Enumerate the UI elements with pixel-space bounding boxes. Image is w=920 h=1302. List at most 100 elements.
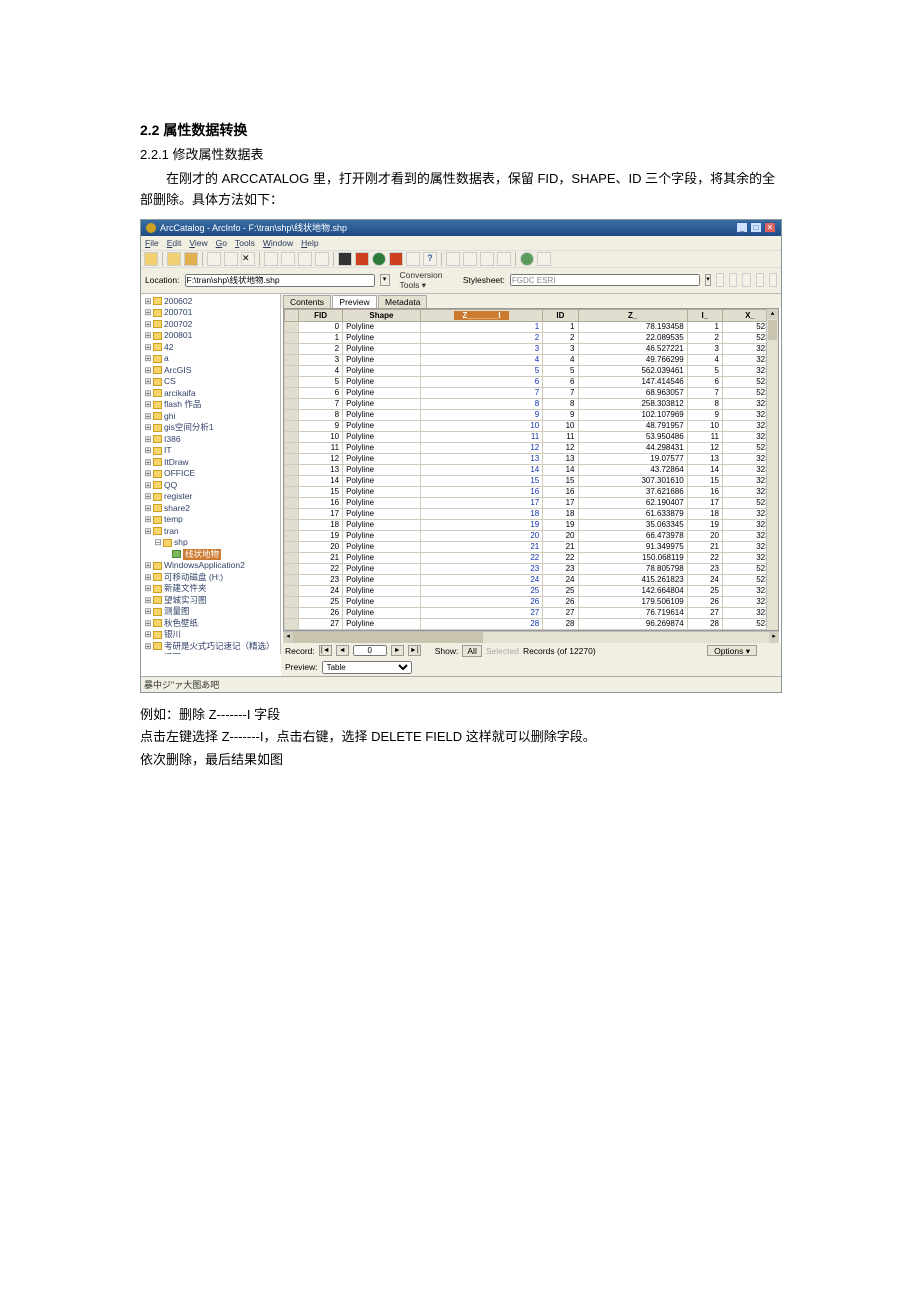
row-selector[interactable] bbox=[285, 519, 299, 530]
table-row[interactable]: 19Polyline202066.473978203238 bbox=[285, 530, 778, 541]
row-selector[interactable] bbox=[285, 332, 299, 343]
row-selector[interactable] bbox=[285, 541, 299, 552]
table-row[interactable]: 1Polyline2222.08953525238 bbox=[285, 332, 778, 343]
metadata-create-icon[interactable] bbox=[742, 273, 750, 287]
tree-item[interactable]: ⊞temp bbox=[144, 514, 279, 526]
vertical-scrollbar[interactable]: ▴ bbox=[766, 309, 778, 630]
tab-contents[interactable]: Contents bbox=[283, 295, 331, 308]
row-selector[interactable] bbox=[285, 464, 299, 475]
table-row[interactable]: 5Polyline66147.41454665238 bbox=[285, 376, 778, 387]
tree-item[interactable]: ⊞a bbox=[144, 353, 279, 365]
identify-icon[interactable] bbox=[520, 252, 534, 266]
menubar[interactable]: FileEditViewGoToolsWindowHelp bbox=[141, 236, 781, 250]
row-selector-header[interactable] bbox=[285, 309, 299, 321]
menu-tools[interactable]: Tools bbox=[235, 238, 255, 248]
tree-item[interactable]: ⊞WindowsApplication2 bbox=[144, 560, 279, 572]
tree-item[interactable]: ⊞秋色壁纸 bbox=[144, 618, 279, 630]
table-row[interactable]: 12Polyline131319.07577133238 bbox=[285, 453, 778, 464]
list-icon[interactable] bbox=[281, 252, 295, 266]
tab-metadata[interactable]: Metadata bbox=[378, 295, 427, 308]
pan-icon[interactable] bbox=[480, 252, 494, 266]
tree-item[interactable]: ⊞arcikaifa bbox=[144, 388, 279, 400]
table-row[interactable]: 23Polyline2424415.261823245238 bbox=[285, 574, 778, 585]
maximize-button[interactable]: □ bbox=[750, 222, 762, 233]
table-row[interactable]: 2Polyline3346.52722133238 bbox=[285, 343, 778, 354]
row-selector[interactable] bbox=[285, 607, 299, 618]
table-row[interactable]: 8Polyline99102.10796993238 bbox=[285, 409, 778, 420]
scroll-left-icon[interactable]: ◂ bbox=[283, 632, 293, 643]
menu-window[interactable]: Window bbox=[263, 238, 293, 248]
preview-select[interactable]: Table bbox=[322, 661, 412, 674]
tree-item[interactable]: ⊞新建文件夹 bbox=[144, 583, 279, 595]
table-row[interactable]: 14Polyline1515307.301610153238 bbox=[285, 475, 778, 486]
scroll-right-icon[interactable]: ▸ bbox=[769, 632, 779, 643]
row-selector[interactable] bbox=[285, 398, 299, 409]
tree-item[interactable]: ⊞share2 bbox=[144, 503, 279, 515]
modelbuilder-icon[interactable] bbox=[406, 252, 420, 266]
tree-item[interactable]: ⊞200801 bbox=[144, 330, 279, 342]
metadata-import-icon[interactable] bbox=[756, 273, 764, 287]
toolbox-icon[interactable] bbox=[389, 252, 403, 266]
row-selector[interactable] bbox=[285, 442, 299, 453]
stylesheet-input[interactable] bbox=[510, 274, 700, 286]
tree-item[interactable]: ⊞可移动磁盘 (H:) bbox=[144, 572, 279, 584]
menu-go[interactable]: Go bbox=[216, 238, 227, 248]
record-next-button[interactable]: ► bbox=[391, 645, 404, 656]
row-selector[interactable] bbox=[285, 530, 299, 541]
table-row[interactable]: 3Polyline4449.76629943238 bbox=[285, 354, 778, 365]
table-row[interactable]: 20Polyline212191.349975213238 bbox=[285, 541, 778, 552]
help-icon[interactable]: ? bbox=[423, 252, 437, 266]
table-row[interactable]: 4Polyline55562.03946153238 bbox=[285, 365, 778, 376]
row-selector[interactable] bbox=[285, 475, 299, 486]
row-selector[interactable] bbox=[285, 453, 299, 464]
tree-item[interactable]: ⊞ArcGIS bbox=[144, 365, 279, 377]
tree-item[interactable]: ⊞flash 作品 bbox=[144, 399, 279, 411]
delete-icon[interactable]: ✕ bbox=[241, 252, 255, 266]
record-prev-button[interactable]: ◄ bbox=[336, 645, 349, 656]
table-row[interactable]: 11Polyline121244.298431125238 bbox=[285, 442, 778, 453]
tree-item[interactable]: ⊞ItDraw bbox=[144, 457, 279, 469]
tree-item[interactable]: ⊞200702 bbox=[144, 319, 279, 331]
col-Z_[interactable]: Z_ bbox=[578, 309, 687, 321]
paste-icon[interactable] bbox=[224, 252, 238, 266]
tree-item[interactable]: ⊞考研是火式巧记速记（精选） bbox=[144, 641, 279, 653]
thumbnails-icon[interactable] bbox=[315, 252, 329, 266]
tree-item[interactable]: ⊞200602 bbox=[144, 296, 279, 308]
details-icon[interactable] bbox=[298, 252, 312, 266]
row-selector[interactable] bbox=[285, 343, 299, 354]
scroll-up-icon[interactable]: ▴ bbox=[767, 309, 778, 319]
col-FID[interactable]: FID bbox=[299, 309, 343, 321]
row-selector[interactable] bbox=[285, 596, 299, 607]
tree-item[interactable]: ⊞OFFICE bbox=[144, 468, 279, 480]
search-icon[interactable] bbox=[338, 252, 352, 266]
metadata-props-icon[interactable] bbox=[729, 273, 737, 287]
metadata-export-icon[interactable] bbox=[769, 273, 777, 287]
col-Z_______I[interactable]: Z_______I bbox=[420, 309, 543, 321]
col-ID[interactable]: ID bbox=[543, 309, 578, 321]
tree-item[interactable]: ⊞望城实习图 bbox=[144, 595, 279, 607]
horizontal-scrollbar[interactable]: ◂ ▸ bbox=[283, 631, 779, 643]
table-row[interactable]: 21Polyline2222150.068119223238 bbox=[285, 552, 778, 563]
row-selector[interactable] bbox=[285, 574, 299, 585]
show-selected-button[interactable]: Selected bbox=[486, 646, 519, 656]
row-selector[interactable] bbox=[285, 376, 299, 387]
col-I_[interactable]: I_ bbox=[687, 309, 722, 321]
hscroll-thumb[interactable] bbox=[293, 632, 483, 643]
attribute-table[interactable]: FIDShapeZ_______IIDZ_I_X_0Polyline1178.1… bbox=[283, 308, 779, 631]
menu-view[interactable]: View bbox=[189, 238, 207, 248]
stylesheet-dropdown-icon[interactable]: ▾ bbox=[705, 274, 711, 286]
row-selector[interactable] bbox=[285, 585, 299, 596]
tree-item[interactable]: ⊞银川 bbox=[144, 629, 279, 641]
table-row[interactable]: 16Polyline171762.190407175238 bbox=[285, 497, 778, 508]
conversion-tools-dropdown[interactable]: Conversion Tools ▾ bbox=[400, 270, 443, 291]
zoom-out-icon[interactable] bbox=[463, 252, 477, 266]
show-all-button[interactable]: All bbox=[462, 645, 481, 657]
tree-item[interactable]: ⊞QQ bbox=[144, 480, 279, 492]
tree-item[interactable]: ⊞CS bbox=[144, 376, 279, 388]
record-input[interactable] bbox=[353, 645, 387, 656]
large-icons-icon[interactable] bbox=[264, 252, 278, 266]
options-dropdown[interactable]: Options ▾ bbox=[707, 645, 757, 656]
record-last-button[interactable]: ►| bbox=[408, 645, 421, 656]
menu-file[interactable]: File bbox=[145, 238, 159, 248]
table-row[interactable]: 6Polyline7768.96305775238 bbox=[285, 387, 778, 398]
